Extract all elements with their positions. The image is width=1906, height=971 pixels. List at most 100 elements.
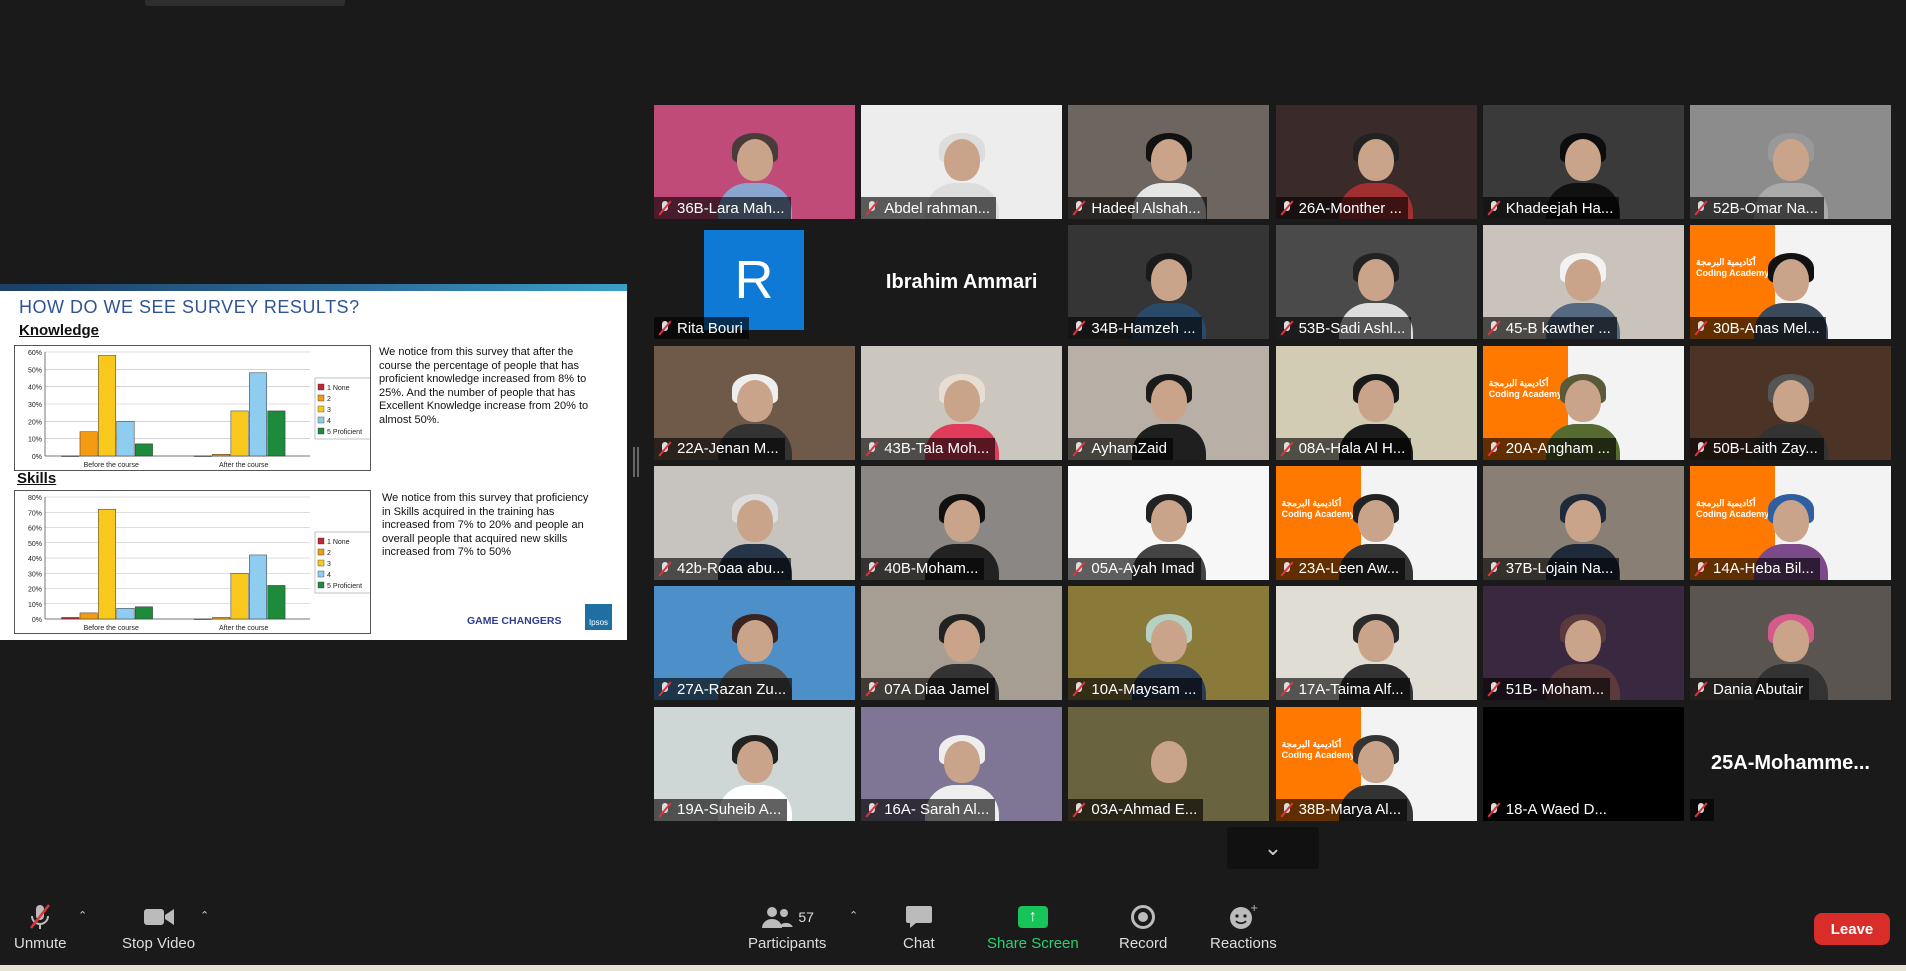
participant-tile[interactable]: 34B-Hamzeh ... xyxy=(1068,225,1270,340)
participant-name-tag: 26A-Monther ... xyxy=(1275,197,1408,219)
participant-tile[interactable]: Ibrahim AmmariIbrahim Ammari xyxy=(861,225,1063,340)
participant-name-tag: Abdel rahman... xyxy=(861,197,997,219)
mic-muted-icon xyxy=(1694,802,1708,818)
participant-name-tag: 45-B kawther ... xyxy=(1482,317,1617,340)
skills-ytick-label: 30% xyxy=(28,571,42,578)
participant-tile[interactable]: 03A-Ahmad E... xyxy=(1068,706,1270,821)
unmute-label: Unmute xyxy=(14,935,67,952)
participant-name-tag: 05A-Ayah Imad xyxy=(1068,557,1201,580)
skills-ytick-label: 0% xyxy=(32,617,42,624)
participant-name: 52B-Omar Na... xyxy=(1713,199,1819,217)
participant-tile[interactable]: 27A-Razan Zu... xyxy=(654,586,855,701)
knowledge-chart: 0% 10% 20% 30% 40% 50% 60% Before the course Aft… xyxy=(14,345,371,471)
participant-tile[interactable]: 45-B kawther ... xyxy=(1482,225,1684,340)
skills-heading: Skills xyxy=(17,470,57,487)
participant-tile[interactable]: 16A- Sarah Al... xyxy=(861,706,1063,821)
participant-tile[interactable]: R Rita Bouri xyxy=(654,225,855,340)
participant-tile[interactable]: 53B-Sadi Ashl... xyxy=(1275,225,1477,340)
participant-tile[interactable]: 10A-Maysam ... xyxy=(1068,586,1270,701)
skills-legend-swatch xyxy=(317,581,325,589)
mic-muted-icon xyxy=(1280,441,1294,457)
participant-name: 03A-Ahmad E... xyxy=(1091,801,1198,818)
chat-button[interactable]: Chat xyxy=(903,901,935,952)
record-label: Record xyxy=(1119,935,1168,952)
participant-tile[interactable]: Dania Abutair xyxy=(1690,586,1891,701)
reactions-button[interactable]: + Reactions xyxy=(1210,901,1277,952)
unmute-button[interactable]: Unmute xyxy=(14,901,67,952)
participant-tile[interactable]: 26A-Monther ... xyxy=(1275,105,1477,219)
mic-muted-icon xyxy=(1072,561,1086,577)
participant-tile[interactable]: 08A-Hala Al H... xyxy=(1275,345,1477,460)
knowledge-category-label: After the course xyxy=(219,462,269,469)
participant-tile[interactable]: 37B-Lojain Na... xyxy=(1482,465,1684,580)
skills-bar xyxy=(98,508,117,620)
skills-ytick-label: 20% xyxy=(28,587,42,594)
participant-name: 37B-Lojain Na... xyxy=(1505,560,1614,578)
knowledge-bar xyxy=(61,455,80,457)
participant-name-tag: 03A-Ahmad E... xyxy=(1068,798,1204,821)
participant-name-tag: 17A-Taima Alf... xyxy=(1275,678,1410,701)
knowledge-legend-swatch xyxy=(317,416,325,424)
participant-name: 51B- Moham... xyxy=(1505,680,1605,698)
participant-tile[interactable]: 25A-Mohamme... xyxy=(1690,706,1891,821)
participant-tile[interactable]: 18-A Waed D... xyxy=(1482,706,1684,821)
mic-muted-icon xyxy=(658,320,672,336)
participant-name: 53B-Sadi Ashl... xyxy=(1298,319,1406,337)
mic-muted-icon xyxy=(1694,441,1708,457)
audio-options-caret-icon[interactable]: ⌃ xyxy=(78,909,87,922)
knowledge-bar xyxy=(230,410,249,457)
participant-tile[interactable]: 22A-Jenan M... xyxy=(654,345,855,460)
participant-tile[interactable]: 19A-Suheib A... xyxy=(654,706,855,821)
participant-name: 10A-Maysam ... xyxy=(1091,680,1197,698)
participant-tile[interactable]: أكاديمية البرمجة Coding Academy 38B-Marya… xyxy=(1275,706,1477,821)
share-screen-button[interactable]: ↑ Share Screen xyxy=(987,901,1079,952)
knowledge-ytick-label: 10% xyxy=(28,437,42,444)
participants-options-caret-icon[interactable]: ⌃ xyxy=(849,909,858,922)
participant-tile[interactable]: AyhamZaid xyxy=(1068,345,1270,460)
skills-legend-label: 3 xyxy=(327,561,331,568)
participant-tile[interactable]: 07A Diaa Jamel xyxy=(861,586,1063,701)
skills-category-label: After the course xyxy=(219,625,269,632)
participant-tile[interactable]: 17A-Taima Alf... xyxy=(1275,586,1477,701)
knowledge-legend-label: 4 xyxy=(327,418,331,425)
mic-muted-icon xyxy=(1694,320,1708,336)
participant-tile[interactable]: 51B- Moham... xyxy=(1482,586,1684,701)
participant-tile[interactable]: 52B-Omar Na... xyxy=(1690,105,1891,219)
mic-muted-icon xyxy=(865,681,879,697)
mic-muted-icon xyxy=(1487,561,1501,577)
participant-tile[interactable]: 50B-Laith Zay... xyxy=(1690,345,1891,460)
avatar: R xyxy=(704,230,804,331)
participant-tile[interactable]: أكاديمية البرمجة Coding Academy 23A-Leen … xyxy=(1275,465,1477,580)
participant-name-tag: 20A-Angham ... xyxy=(1482,437,1617,460)
participant-name-tag: 38B-Marya Al... xyxy=(1275,798,1408,821)
participant-tile[interactable]: 40B-Moham... xyxy=(861,465,1063,580)
knowledge-legend-label: 2 xyxy=(327,396,331,403)
record-button[interactable]: Record xyxy=(1119,901,1167,952)
participant-name-tag: 10A-Maysam ... xyxy=(1068,678,1203,701)
participant-tile[interactable]: Khadeejah Ha... xyxy=(1482,105,1684,219)
participants-button[interactable]: 57 Participants xyxy=(748,901,826,952)
participant-name: 45-B kawther ... xyxy=(1505,319,1611,337)
skills-legend-swatch xyxy=(317,559,325,567)
participant-tile[interactable]: 05A-Ayah Imad xyxy=(1068,465,1270,580)
participant-tile[interactable]: 43B-Tala Moh... xyxy=(861,345,1063,460)
mic-muted-icon xyxy=(1694,200,1708,216)
participant-tile[interactable]: أكاديمية البرمجة Coding Academy 20A-Angha… xyxy=(1482,345,1684,460)
split-view-divider[interactable] xyxy=(633,447,639,477)
participant-tile[interactable]: Abdel rahman... xyxy=(861,105,1063,219)
knowledge-bar xyxy=(79,431,98,457)
participant-name-tag xyxy=(1690,798,1714,821)
participant-name-tag: 34B-Hamzeh ... xyxy=(1068,317,1202,340)
mic-muted-icon xyxy=(1487,802,1501,818)
mic-muted-icon xyxy=(1072,320,1086,336)
participant-tile[interactable]: 36B-Lara Mah... xyxy=(654,105,855,219)
participant-tile[interactable]: Hadeel Alshah... xyxy=(1068,105,1270,219)
participant-tile[interactable]: أكاديمية البرمجة Coding Academy 14A-Heba … xyxy=(1690,465,1891,580)
leave-button[interactable]: Leave xyxy=(1814,913,1890,945)
participant-tile[interactable]: 42b-Roaa abu... xyxy=(654,465,855,580)
gallery-next-page-button[interactable]: ⌄ xyxy=(1227,827,1319,869)
stop-video-button[interactable]: Stop Video xyxy=(122,901,195,952)
knowledge-legend-label: 5 Proficient xyxy=(327,429,362,436)
video-options-caret-icon[interactable]: ⌃ xyxy=(200,909,209,922)
participant-tile[interactable]: أكاديمية البرمجة Coding Academy 30B-Anas … xyxy=(1690,225,1891,340)
